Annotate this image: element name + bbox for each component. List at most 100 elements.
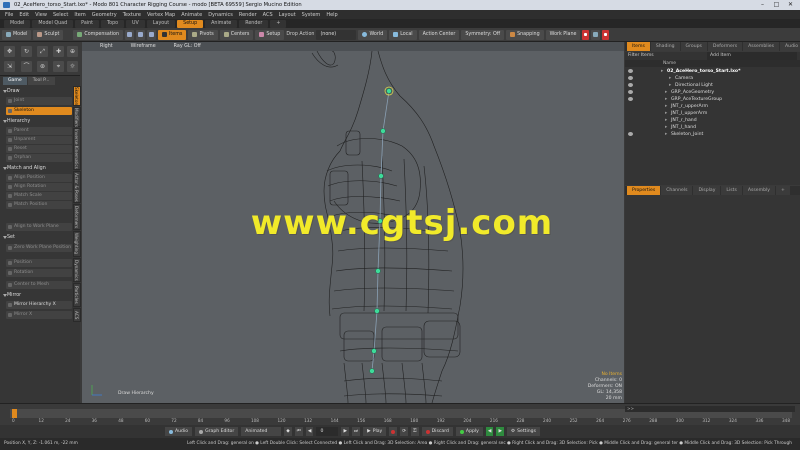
vtab-acs[interactable]: ACS <box>73 308 81 322</box>
expand-arrow-icon[interactable]: ▸ <box>665 89 667 96</box>
parent-button[interactable]: Parent <box>6 127 72 135</box>
expand-arrow-icon[interactable]: ▸ <box>665 96 667 103</box>
set-rotation-button[interactable]: Rotation <box>6 269 72 277</box>
prev-frame-icon[interactable]: ◀ <box>305 427 314 436</box>
frame-field[interactable]: 0 <box>316 427 339 436</box>
auto-key-icon[interactable]: ⚿ <box>411 427 419 436</box>
vtab-actor-poses[interactable]: Actor & Poses <box>73 171 81 203</box>
mirror-x-button[interactable]: Mirror X <box>6 311 72 319</box>
play-button[interactable]: ▶ Play <box>363 427 387 436</box>
menu-render[interactable]: Render <box>239 12 257 18</box>
menu-select[interactable]: Select <box>53 12 68 18</box>
menu-help[interactable]: Help <box>326 12 337 18</box>
section-set[interactable]: Set <box>3 234 73 242</box>
expand-arrow-icon[interactable]: ▸ <box>661 68 663 75</box>
tab-groups[interactable]: Groups <box>680 42 707 51</box>
next-frame-icon[interactable]: ▶ <box>341 427 349 436</box>
menu-vertex-map[interactable]: Vertex Map <box>147 12 175 18</box>
options-icon[interactable] <box>591 29 601 40</box>
expand-arrow-icon[interactable]: ▸ <box>665 110 667 117</box>
sculpt-button[interactable]: Sculpt <box>33 29 64 40</box>
section-draw[interactable]: Draw <box>3 88 73 96</box>
audio-button[interactable]: Audio <box>165 427 193 436</box>
menu-edit[interactable]: Edit <box>19 12 29 18</box>
item-row[interactable]: ▸ JNT_l_upperArm <box>625 110 800 117</box>
vtab-particles[interactable]: Particles <box>73 283 81 307</box>
visibility-eye-icon[interactable] <box>628 83 633 87</box>
unparent-button[interactable]: Unparent <box>6 136 72 144</box>
reset-button[interactable]: Reset <box>6 145 72 153</box>
menu-item[interactable]: Item <box>74 12 85 18</box>
close-button[interactable]: ✕ <box>785 1 796 9</box>
setup-mode-button[interactable]: Setup <box>255 29 285 40</box>
loop-icon[interactable]: ⟳ <box>400 427 409 436</box>
tab-uv[interactable]: UV <box>126 19 145 28</box>
rotate-tool-icon[interactable]: ↻ <box>21 46 32 57</box>
compensation-button[interactable]: Compensation <box>73 29 124 40</box>
current-frame-marker[interactable] <box>12 409 17 418</box>
vtab-deformers[interactable]: Deformers <box>73 204 81 230</box>
tab-shading[interactable]: Shading <box>650 42 680 51</box>
add-red-icon[interactable] <box>582 29 590 40</box>
edge-mode-button[interactable] <box>136 29 146 40</box>
item-row[interactable]: ▸ Skeleton_Joint <box>625 131 800 138</box>
apply-button[interactable]: Apply <box>455 427 483 436</box>
tab-assembly[interactable]: Assembly <box>742 186 776 195</box>
prev-key-icon[interactable]: ⏮ <box>294 427 303 436</box>
tab-topo[interactable]: Topo <box>101 19 125 28</box>
settings-button[interactable]: ⚙ Settings <box>507 427 540 436</box>
item-row[interactable]: ▸ Camera <box>625 75 800 82</box>
step-back-icon[interactable]: ◀ <box>485 427 494 436</box>
record-icon[interactable] <box>389 427 398 436</box>
expand-arrow-icon[interactable]: ▸ <box>669 75 671 82</box>
section-match-align[interactable]: Match and Align <box>3 165 73 173</box>
tab-animate[interactable]: Animate <box>205 19 238 28</box>
zero-work-plane-button[interactable]: Zero Work Plane Position <box>6 244 72 252</box>
snapping-button[interactable]: Snapping <box>506 29 544 40</box>
transform-tool-icon[interactable]: ✚ <box>53 46 64 57</box>
item-row[interactable]: ▸ GRP_AceTextureGroup <box>625 96 800 103</box>
tab-add[interactable]: + <box>270 19 287 28</box>
element-move-icon[interactable]: ⊕ <box>67 46 78 57</box>
tab-channels[interactable]: Channels <box>661 186 693 195</box>
tab-add-panel[interactable]: + <box>776 186 790 195</box>
align-position-button[interactable]: Align Position <box>6 174 72 182</box>
tab-lists[interactable]: Lists <box>721 186 742 195</box>
tab-setup[interactable]: Setup <box>177 19 204 28</box>
work-plane-select[interactable]: Work Plane <box>545 29 581 40</box>
expand-arrow-icon[interactable]: ▸ <box>665 131 667 138</box>
timeline-command-field[interactable]: >> <box>625 406 795 412</box>
remove-red-icon[interactable] <box>602 29 610 40</box>
skeleton-button[interactable]: Skeleton <box>6 107 72 115</box>
item-row[interactable]: ▸ JNT_l_hand <box>625 124 800 131</box>
match-position-button[interactable]: Match Position <box>6 201 72 209</box>
vtab-dynamics[interactable]: Dynamics <box>73 258 81 282</box>
joint-tool-icon[interactable]: ⊛ <box>37 61 48 72</box>
align-rotation-button[interactable]: Align Rotation <box>6 183 72 191</box>
tab-layout[interactable]: Layout <box>146 19 176 28</box>
graph-editor-button[interactable]: Graph Editor <box>195 427 239 436</box>
menu-view[interactable]: View <box>35 12 47 18</box>
model-button[interactable]: Model <box>2 29 32 40</box>
section-hierarchy[interactable]: Hierarchy <box>3 118 73 126</box>
animated-select[interactable]: Animated <box>241 427 282 436</box>
tab-assemblies[interactable]: Assemblies <box>743 42 780 51</box>
menu-file[interactable]: File <box>5 12 13 18</box>
expand-arrow-icon[interactable]: ▸ <box>669 82 671 89</box>
align-work-plane-button[interactable]: Align to Work Plane <box>6 223 72 231</box>
mirror-hierarchy-x-button[interactable]: Mirror Hierarchy X <box>6 301 72 309</box>
shading-mode-select[interactable]: Wireframe <box>131 42 156 51</box>
vtab-skeleton[interactable]: Skeleton <box>73 86 81 106</box>
tab-items[interactable]: Items <box>627 42 650 51</box>
snap-tool-icon[interactable]: ⌖ <box>53 61 64 72</box>
key-icon[interactable]: ◆ <box>284 427 292 436</box>
item-row[interactable]: ▸ JNT_r_hand <box>625 117 800 124</box>
symmetry-select[interactable]: Symmetry: Off <box>461 29 505 40</box>
tab-deformers[interactable]: Deformers <box>707 42 743 51</box>
discard-button[interactable]: Discard <box>421 427 453 436</box>
tab-tool-properties[interactable]: Tool P... <box>27 77 55 85</box>
filter-items-select[interactable]: Filter Items <box>628 53 654 58</box>
next-key-icon[interactable]: ⏭ <box>352 427 361 436</box>
menu-dynamics[interactable]: Dynamics <box>208 12 233 18</box>
item-row[interactable]: ▸ JNT_r_upperArm <box>625 103 800 110</box>
